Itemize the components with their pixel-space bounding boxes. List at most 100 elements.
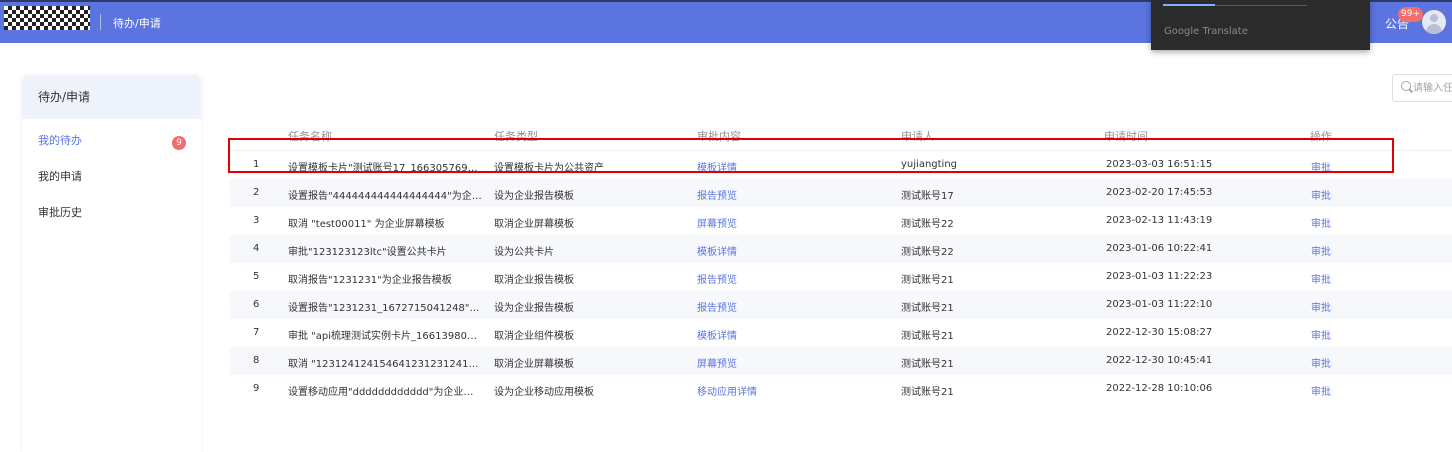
row-index: 5 (253, 271, 260, 282)
task-name: 审批 "api梳理测试实例卡片_1661398040404" (288, 331, 482, 342)
apply-time: 2022-12-30 10:45:41 (1106, 355, 1213, 366)
page-title[interactable]: 待办/申请 (113, 15, 161, 31)
task-type: 设置模板卡片为公共资产 (494, 163, 604, 174)
task-name: 设置移动应用"dddddddddddd"为企业移动应用模板 (288, 387, 482, 398)
apply-time: 2022-12-28 10:10:06 (1106, 383, 1213, 394)
table-row: 9 设置移动应用"dddddddddddd"为企业移动应用模板 设为企业移动应用… (230, 375, 1452, 403)
apply-time: 2023-01-03 11:22:23 (1106, 271, 1213, 282)
approve-button[interactable]: 审批 (1311, 299, 1331, 314)
applicant: 测试账号21 (901, 331, 954, 342)
sidebar-item-my-applications[interactable]: 我的申请 (22, 163, 201, 199)
table-row: 3 取消 "test00011" 为企业屏幕模板 取消企业屏幕模板 屏幕预览 测… (230, 207, 1452, 235)
notice-badge: 99+ (1398, 7, 1423, 22)
column-header-task-type: 任务类型 (494, 130, 538, 143)
applicant: 测试账号21 (901, 303, 954, 314)
table-header: 任务名称 任务类型 审批内容 申请人 申请时间 操作 (230, 124, 1452, 151)
google-translate-popup: Google Translate (1151, 0, 1370, 50)
row-index: 4 (253, 243, 260, 254)
google-translate-label: Google Translate (1164, 26, 1248, 37)
approve-button[interactable]: 审批 (1311, 271, 1331, 286)
avatar[interactable] (1422, 10, 1446, 34)
apply-time: 2023-01-06 10:22:41 (1106, 243, 1213, 254)
applicant: 测试账号22 (901, 247, 954, 258)
applicant: 测试账号21 (901, 359, 954, 370)
approval-content-link[interactable]: 报告预览 (697, 187, 737, 202)
table-row: 1 设置模板卡片"测试账号17_1663057697190"为公共资产 设置模板… (230, 151, 1452, 179)
search-box[interactable] (1392, 74, 1452, 102)
approval-content-link[interactable]: 屏幕预览 (697, 355, 737, 370)
task-type: 取消企业屏幕模板 (494, 359, 574, 370)
approve-button[interactable]: 审批 (1311, 187, 1331, 202)
approve-button[interactable]: 审批 (1311, 383, 1331, 398)
row-index: 3 (253, 215, 260, 226)
applicant: 测试账号21 (901, 275, 954, 286)
table-row: 6 设置报告"1231231_1672715041248"为企业报告模板 设为企… (230, 291, 1452, 319)
task-type: 设为公共卡片 (494, 247, 554, 258)
header-divider (100, 14, 101, 30)
row-index: 8 (253, 355, 260, 366)
row-index: 2 (253, 187, 260, 198)
task-type: 取消企业组件模板 (494, 331, 574, 342)
column-header-approval-content: 审批内容 (697, 130, 741, 143)
table-row: 8 取消 "1231241241546412312312412412" 取消企业… (230, 347, 1452, 375)
approve-button[interactable]: 审批 (1311, 355, 1331, 370)
task-type: 设为企业报告模板 (494, 303, 574, 314)
table-row: 7 审批 "api梳理测试实例卡片_1661398040404" 取消企业组件模… (230, 319, 1452, 347)
sidebar-item-label: 我的申请 (38, 170, 82, 183)
task-name: 设置报告"1231231_1672715041248"为企业报告模板 (288, 303, 482, 314)
table-row: 2 设置报告"444444444444444444"为企业报告模板 设为企业报告… (230, 179, 1452, 207)
sidebar: 待办/申请 我的待办 9 我的申请 审批历史 (22, 75, 201, 452)
column-header-apply-time: 申请时间 (1104, 130, 1148, 143)
apply-time: 2023-02-13 11:43:19 (1106, 215, 1213, 226)
avatar-body-icon (1426, 24, 1442, 34)
sidebar-title: 待办/申请 (22, 75, 201, 119)
sidebar-item-my-todo[interactable]: 我的待办 9 (22, 127, 201, 163)
sidebar-item-approval-history[interactable]: 审批历史 (22, 199, 201, 235)
row-index: 7 (253, 327, 260, 338)
approve-button[interactable]: 审批 (1311, 215, 1331, 230)
apply-time: 2023-02-20 17:45:53 (1106, 187, 1213, 198)
task-name: 取消报告"1231231"为企业报告模板 (288, 275, 452, 286)
row-index: 6 (253, 299, 260, 310)
approval-content-link[interactable]: 报告预览 (697, 271, 737, 286)
applicant: 测试账号21 (901, 387, 954, 398)
search-input[interactable] (1413, 79, 1452, 97)
applicant: yujiangting (901, 159, 958, 170)
task-name: 设置报告"444444444444444444"为企业报告模板 (288, 191, 482, 202)
task-name: 设置模板卡片"测试账号17_1663057697190"为公共资产 (288, 163, 482, 174)
column-header-task-name: 任务名称 (288, 130, 332, 143)
approval-content-link[interactable]: 模板详情 (697, 159, 737, 174)
task-type: 取消企业报告模板 (494, 275, 574, 286)
avatar-head-icon (1430, 14, 1438, 22)
task-name: 取消 "1231241241546412312312412412" (288, 359, 482, 370)
approval-content-link[interactable]: 屏幕预览 (697, 215, 737, 230)
search-icon (1401, 81, 1411, 91)
translate-progress-bar (1163, 4, 1215, 6)
task-type: 设为企业移动应用模板 (494, 387, 594, 398)
task-type: 取消企业屏幕模板 (494, 219, 574, 230)
column-header-action: 操作 (1310, 130, 1332, 143)
task-name: 审批"123123123ltc"设置公共卡片 (288, 247, 447, 258)
row-index: 9 (253, 383, 260, 394)
approval-content-link[interactable]: 模板详情 (697, 327, 737, 342)
column-header-applicant: 申请人 (901, 130, 934, 143)
approval-content-link[interactable]: 模板详情 (697, 243, 737, 258)
approval-content-link[interactable]: 报告预览 (697, 299, 737, 314)
task-type: 设为企业报告模板 (494, 191, 574, 202)
approval-content-link[interactable]: 移动应用详情 (697, 383, 757, 398)
todo-count-badge: 9 (172, 136, 186, 150)
logo[interactable] (4, 6, 90, 30)
sidebar-item-label: 审批历史 (38, 206, 82, 219)
applicant: 测试账号22 (901, 219, 954, 230)
apply-time: 2022-12-30 15:08:27 (1106, 327, 1213, 338)
sidebar-item-label: 我的待办 (38, 134, 82, 147)
apply-time: 2023-03-03 16:51:15 (1106, 159, 1213, 170)
approve-button[interactable]: 审批 (1311, 159, 1331, 174)
row-index: 1 (253, 159, 260, 170)
apply-time: 2023-01-03 11:22:10 (1106, 299, 1213, 310)
table-row: 5 取消报告"1231231"为企业报告模板 取消企业报告模板 报告预览 测试账… (230, 263, 1452, 291)
task-name: 取消 "test00011" 为企业屏幕模板 (288, 219, 445, 230)
approve-button[interactable]: 审批 (1311, 243, 1331, 258)
approve-button[interactable]: 审批 (1311, 327, 1331, 342)
table-row: 4 审批"123123123ltc"设置公共卡片 设为公共卡片 模板详情 测试账… (230, 235, 1452, 263)
